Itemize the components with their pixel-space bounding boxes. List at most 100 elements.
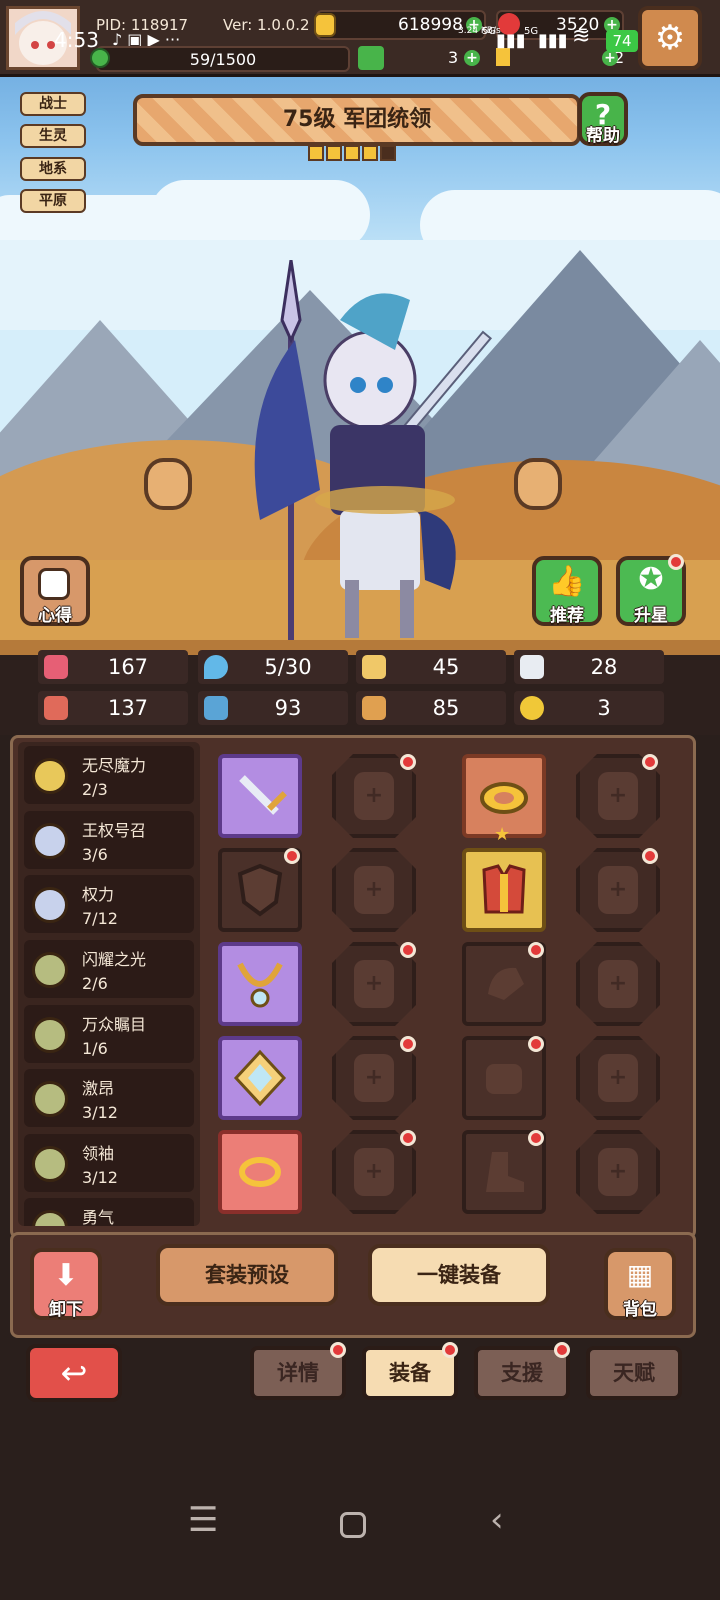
equip-slot-empty[interactable]: + (576, 942, 660, 1026)
slot-notification-dot (400, 1036, 416, 1052)
equip-slot-ring[interactable] (218, 1130, 302, 1214)
home-icon[interactable] (340, 1512, 366, 1538)
tag-element: 地系 (20, 157, 86, 181)
back-nav-icon[interactable]: ‹ (490, 1500, 504, 1540)
stat-mana: 5/30 (198, 650, 348, 684)
set-name: 勇气 (82, 1208, 115, 1226)
tab-equipment-dot (442, 1342, 458, 1358)
fist-icon (44, 696, 68, 720)
boot-icon (362, 696, 386, 720)
set-item[interactable]: 领袖 3/12 (24, 1134, 194, 1192)
star-icon (326, 145, 342, 161)
equip-slot-empty[interactable]: + (576, 1130, 660, 1214)
equip-slot-necklace[interactable] (218, 942, 302, 1026)
network-5g-label-2: 5G (524, 26, 539, 37)
backpack-icon: ▦ (626, 1258, 654, 1291)
help-button[interactable]: ? 帮助 (578, 92, 628, 146)
settings-button[interactable]: ⚙ (638, 6, 702, 70)
backpack-button[interactable]: ▦ 背包 (604, 1248, 676, 1320)
slot-notification-dot (400, 942, 416, 958)
crown-icon (480, 782, 528, 814)
set-item[interactable]: 勇气 (24, 1198, 194, 1226)
set-name: 无尽魔力 (82, 756, 147, 775)
auto-equip-button[interactable]: 一键装备 (368, 1244, 550, 1306)
stat-speed-value: 85 (432, 696, 460, 720)
star-empty-icon (380, 145, 396, 161)
stat-luck: 3 (514, 691, 664, 725)
set-name: 王权号召 (82, 821, 147, 840)
wing-icon (520, 655, 544, 679)
tab-talent[interactable]: 天赋 (586, 1346, 682, 1400)
belt-outline-icon (486, 1064, 522, 1094)
set-item[interactable]: 激昂 3/12 (24, 1069, 194, 1127)
stat-defense-value: 45 (432, 655, 460, 679)
set-bonus-list[interactable]: 无尽魔力 2/3 王权号召 3/6 权力 7/12 闪耀之光 2/6 万众瞩目 1/6 激… (18, 742, 200, 1226)
armor-icon (482, 864, 526, 914)
game-version: Ver: 1.0.0.2 (223, 16, 310, 34)
equip-slot-empty[interactable]: + (576, 1036, 660, 1120)
add-resource-a-button[interactable]: + (464, 50, 480, 66)
insight-button[interactable]: 心得 (20, 556, 90, 626)
equipment-grid: + ★ + + + + + + + + + (206, 742, 690, 1226)
gem-marker-left[interactable] (144, 458, 192, 510)
set-item[interactable]: 闪耀之光 2/6 (24, 940, 194, 998)
back-button[interactable]: ↩ (26, 1344, 122, 1402)
set-item[interactable]: 无尽魔力 2/3 (24, 746, 194, 804)
equipment-action-bar (10, 1232, 696, 1338)
set-item[interactable]: 权力 7/12 (24, 875, 194, 933)
ring-icon (239, 1157, 281, 1187)
hero-sprite (254, 260, 493, 640)
scroll-icon (38, 568, 70, 600)
status-clock: 4:53 (54, 28, 99, 52)
set-count: 3/12 (82, 1103, 118, 1122)
equip-slot-emblem[interactable] (218, 1036, 302, 1120)
preset-button[interactable]: 套装预设 (156, 1244, 338, 1306)
set-item[interactable]: 万众瞩目 1/6 (24, 1005, 194, 1063)
mana-drop-icon (204, 655, 228, 679)
necklace-icon (237, 962, 283, 1008)
set-coin-icon (32, 823, 68, 859)
gold-amount: 618998 (398, 15, 463, 35)
stat-magic: 93 (198, 691, 348, 725)
set-count: 7/12 (82, 909, 118, 928)
gold-coin-icon (314, 13, 336, 37)
backpack-label: 背包 (623, 1300, 657, 1320)
set-coin-icon (32, 758, 68, 794)
set-count: 2/6 (82, 974, 108, 993)
signal-icon: ▮▮▮ (496, 30, 526, 51)
set-name: 万众瞩目 (82, 1015, 147, 1034)
equip-slot-weapon[interactable] (218, 754, 302, 838)
sword-icon (239, 775, 287, 815)
resource-a-amount: 3 (448, 48, 459, 67)
unequip-button[interactable]: ⬇ 卸下 (30, 1248, 102, 1320)
add-resource-b-button[interactable]: + (602, 50, 618, 66)
set-count: 3/12 (82, 1168, 118, 1187)
emblem-icon (233, 1049, 287, 1107)
unequip-label: 卸下 (49, 1300, 83, 1320)
player-id: PID: 118917 (96, 16, 189, 34)
slot-notification-dot (284, 848, 300, 864)
gem-marker-right[interactable] (514, 458, 562, 510)
slot-notification-dot (400, 1130, 416, 1146)
equip-slot-empty[interactable]: + (332, 848, 416, 932)
set-name: 闪耀之光 (82, 950, 147, 969)
star-icon (344, 145, 360, 161)
set-item[interactable]: 王权号召 3/6 (24, 811, 194, 869)
set-coin-icon (32, 952, 68, 988)
recommend-button[interactable]: 👍 推荐 (532, 556, 602, 626)
stat-agility-value: 28 (590, 655, 618, 679)
star-icon (308, 145, 324, 161)
set-coin-icon (32, 1146, 68, 1182)
set-coin-icon (32, 1081, 68, 1117)
stat-magic-value: 93 (274, 696, 302, 720)
equip-slot-armor[interactable] (462, 848, 546, 932)
recent-apps-icon[interactable]: ☰ (188, 1500, 218, 1540)
slot-notification-dot (528, 942, 544, 958)
wifi-icon: ≋ (572, 24, 591, 49)
stat-agility: 28 (514, 650, 664, 684)
gear-icon: ⚙ (654, 18, 686, 58)
set-count: 2/3 (82, 780, 108, 799)
set-name: 权力 (82, 885, 115, 904)
clover-resource-icon[interactable] (358, 46, 384, 70)
arrow-down-icon: ⬇ (53, 1258, 79, 1293)
